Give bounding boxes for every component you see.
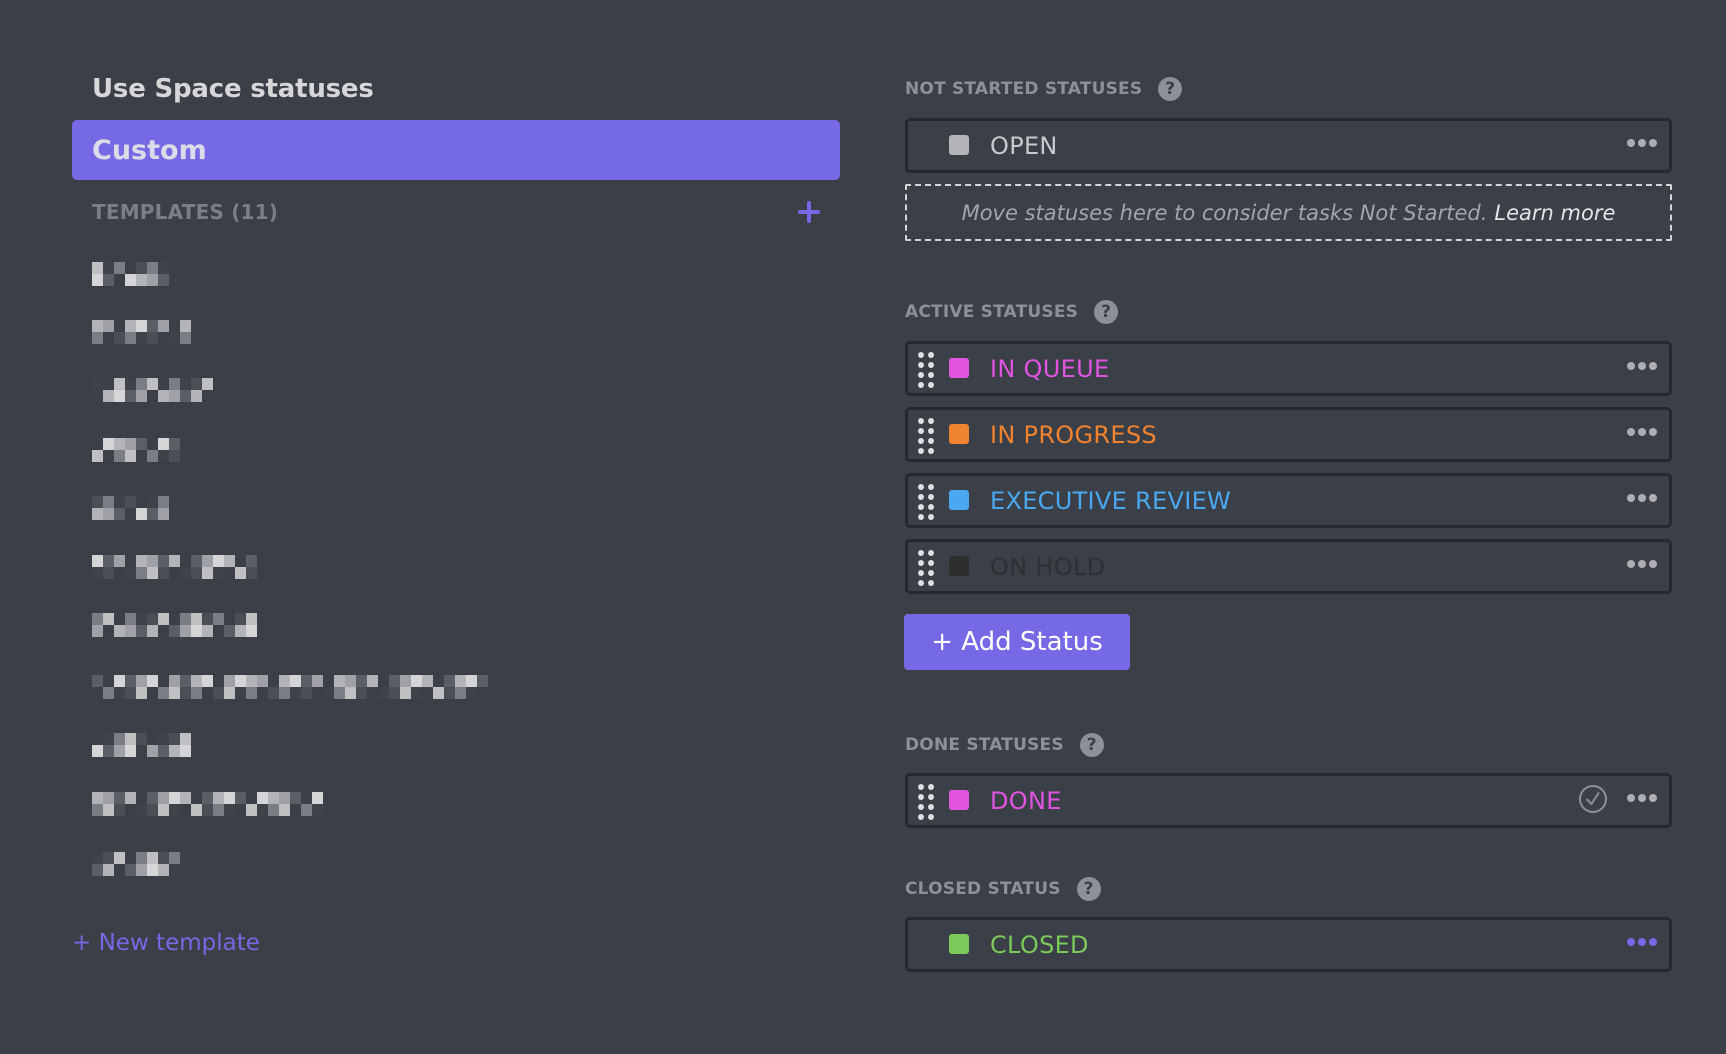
more-options-icon[interactable] xyxy=(1625,492,1659,504)
status-row[interactable]: EXECUTIVE REVIEW xyxy=(905,473,1672,528)
status-name[interactable]: DONE xyxy=(990,786,1062,816)
status-color-swatch[interactable] xyxy=(949,934,969,954)
status-color-swatch[interactable] xyxy=(949,358,969,378)
custom-option-label: Custom xyxy=(92,134,207,166)
more-options-icon[interactable] xyxy=(1625,360,1659,372)
status-row[interactable]: CLOSED xyxy=(905,917,1672,972)
question-icon[interactable]: ? xyxy=(1158,77,1183,101)
status-color-swatch[interactable] xyxy=(949,556,969,576)
drag-handle-icon[interactable] xyxy=(918,550,936,586)
more-options-icon[interactable] xyxy=(1625,558,1659,570)
status-row[interactable]: ON HOLD xyxy=(905,539,1672,594)
done-header-label: DONE STATUSES xyxy=(905,735,1064,755)
new-template-link[interactable]: + New template xyxy=(72,930,260,956)
status-row[interactable]: DONE xyxy=(905,773,1672,828)
template-item[interactable] xyxy=(92,378,213,402)
custom-option-selected[interactable]: Custom xyxy=(72,120,840,180)
done-section-header: DONE STATUSES ? xyxy=(905,733,1104,757)
templates-header: TEMPLATES (11) xyxy=(92,200,279,224)
status-name[interactable]: ON HOLD xyxy=(990,552,1105,582)
status-name[interactable]: OPEN xyxy=(990,131,1058,161)
template-item[interactable] xyxy=(92,852,180,876)
status-row[interactable]: IN QUEUE xyxy=(905,341,1672,396)
not-started-header-label: NOT STARTED STATUSES xyxy=(905,79,1143,99)
question-icon[interactable]: ? xyxy=(1079,733,1104,757)
template-item[interactable] xyxy=(92,555,257,579)
template-item[interactable] xyxy=(92,733,191,757)
more-options-icon[interactable] xyxy=(1625,426,1659,438)
status-name[interactable]: IN QUEUE xyxy=(990,354,1109,384)
drag-handle-icon[interactable] xyxy=(918,784,936,820)
drop-zone-text: Move statuses here to consider tasks Not… xyxy=(961,200,1488,225)
status-row[interactable]: IN PROGRESS xyxy=(905,407,1672,462)
template-item[interactable] xyxy=(92,496,169,520)
status-name[interactable]: CLOSED xyxy=(990,930,1089,960)
status-color-swatch[interactable] xyxy=(949,424,969,444)
status-color-swatch[interactable] xyxy=(949,135,969,155)
status-row[interactable]: OPEN xyxy=(905,118,1672,173)
active-header-label: ACTIVE STATUSES xyxy=(905,302,1079,322)
learn-more-link[interactable]: Learn more xyxy=(1494,201,1615,225)
check-circle-icon[interactable] xyxy=(1578,784,1608,814)
add-status-button[interactable]: + Add Status xyxy=(904,614,1130,670)
not-started-section-header: NOT STARTED STATUSES ? xyxy=(905,77,1183,101)
template-item[interactable] xyxy=(92,320,191,344)
more-options-icon[interactable] xyxy=(1625,792,1659,804)
template-item[interactable] xyxy=(92,792,323,816)
status-name[interactable]: IN PROGRESS xyxy=(990,420,1157,450)
more-options-icon[interactable] xyxy=(1625,137,1659,149)
closed-section-header: CLOSED STATUS ? xyxy=(905,877,1101,901)
add-template-plus-icon[interactable] xyxy=(797,200,821,224)
template-item[interactable] xyxy=(92,438,180,462)
drag-handle-icon[interactable] xyxy=(918,484,936,520)
drag-handle-icon[interactable] xyxy=(918,352,936,388)
more-options-icon[interactable] xyxy=(1625,936,1659,948)
not-started-drop-zone[interactable]: Move statuses here to consider tasks Not… xyxy=(905,184,1672,241)
template-item[interactable] xyxy=(92,613,257,637)
template-item[interactable] xyxy=(92,675,488,699)
status-name[interactable]: EXECUTIVE REVIEW xyxy=(990,486,1231,516)
use-space-statuses-option[interactable]: Use Space statuses xyxy=(92,74,374,104)
template-item[interactable] xyxy=(92,262,169,286)
active-section-header: ACTIVE STATUSES ? xyxy=(905,300,1119,324)
status-color-swatch[interactable] xyxy=(949,490,969,510)
closed-header-label: CLOSED STATUS xyxy=(905,879,1061,899)
question-icon[interactable]: ? xyxy=(1094,300,1119,324)
drag-handle-icon[interactable] xyxy=(918,418,936,454)
status-color-swatch[interactable] xyxy=(949,790,969,810)
question-icon[interactable]: ? xyxy=(1076,877,1101,901)
